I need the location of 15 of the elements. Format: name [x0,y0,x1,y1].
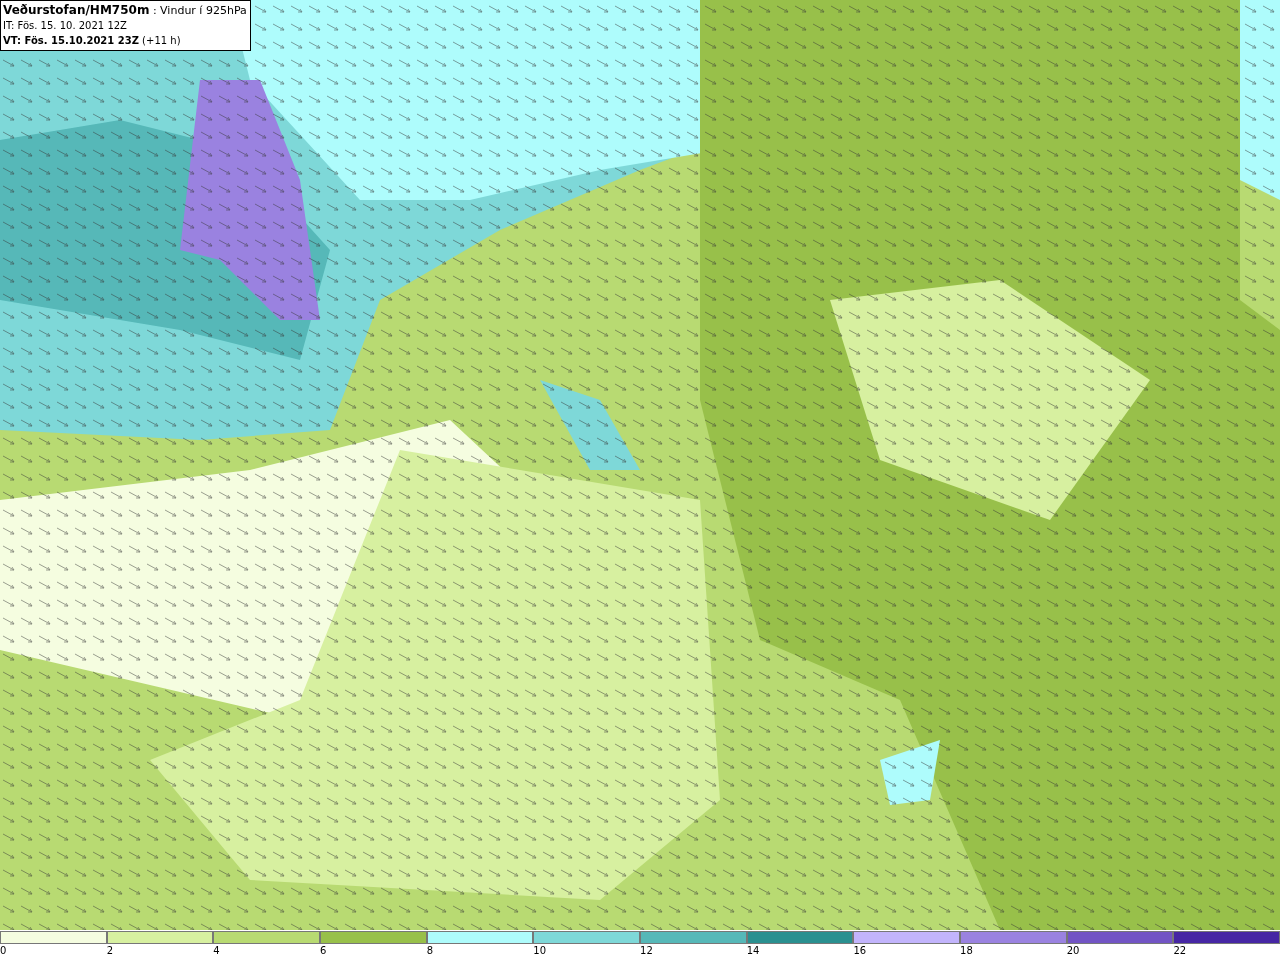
legend-label: 12 [640,944,653,958]
legend-label: 6 [320,944,327,958]
valid-time: VT: Fös. 15.10.2021 23Z (+11 h) [3,34,182,48]
legend-label: 18 [960,944,973,958]
legend-label: 20 [1066,944,1080,958]
init-time: IT: Fös. 15. 10. 2021 12Z [3,19,128,33]
map-title: Veðurstofan/HM750m : Vindur í 925hPa [3,3,247,18]
legend-label: 14 [746,944,760,958]
legend-label: 22 [1173,944,1187,958]
legend-label: 16 [853,944,867,958]
legend-label: 10 [533,944,547,958]
legend-label: 0 [0,944,7,958]
legend-label: 2 [106,944,114,958]
legend-label: 8 [426,944,434,958]
legend-label: 4 [213,944,220,958]
